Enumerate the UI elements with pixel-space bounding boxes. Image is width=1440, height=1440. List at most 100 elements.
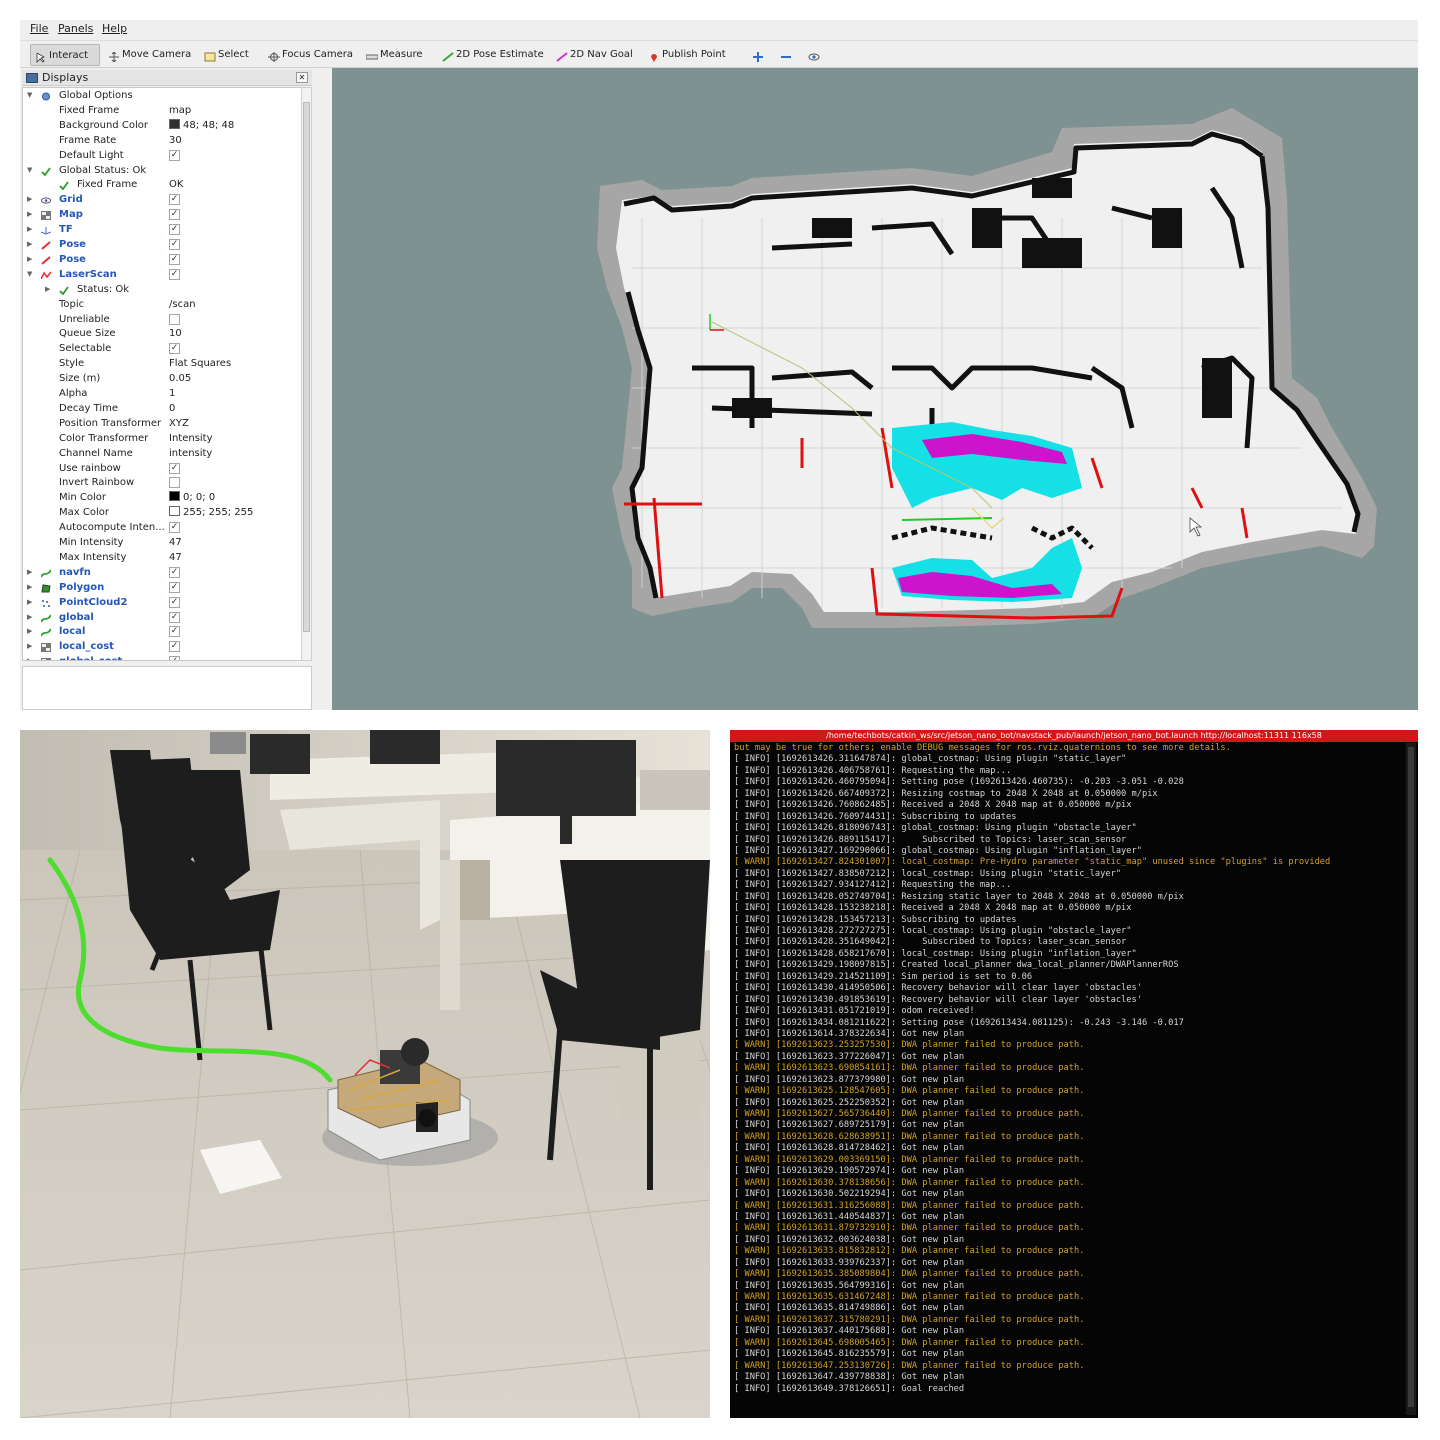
display-checkbox[interactable]: ✓ [169, 194, 180, 206]
display-row-value[interactable]: OK [169, 177, 183, 192]
display-row[interactable]: ▶ Pose ✓ [23, 252, 301, 267]
display-row[interactable]: Min Intensity 47 [23, 535, 301, 550]
color-swatch[interactable] [169, 491, 180, 502]
color-swatch[interactable] [169, 506, 180, 517]
display-row[interactable]: ▶ local ✓ [23, 624, 301, 639]
menu-panels[interactable]: Panels [58, 22, 93, 35]
chevron-right-icon[interactable]: ▶ [27, 654, 32, 660]
display-row[interactable]: Size (m) 0.05 [23, 371, 301, 386]
remove-tool-button[interactable] [776, 44, 798, 66]
display-row[interactable]: Default Light ✓ [23, 148, 301, 163]
display-row[interactable]: Use rainbow ✓ [23, 461, 301, 476]
chevron-down-icon[interactable]: ▼ [27, 267, 32, 282]
displays-tree[interactable]: ▼ Global Options Fixed Frame map Background … [22, 87, 302, 661]
display-row-value[interactable]: intensity [169, 446, 212, 461]
display-row[interactable]: ▶ Pose ✓ [23, 237, 301, 252]
display-row-value[interactable]: 47 [169, 550, 182, 565]
display-row[interactable]: Max Color 255; 255; 255 [23, 505, 301, 520]
tool-interact[interactable]: Interact [30, 44, 100, 66]
display-row-value[interactable]: 0 [169, 401, 175, 416]
display-row[interactable]: Unreliable [23, 312, 301, 327]
chevron-down-icon[interactable]: ▼ [27, 88, 32, 103]
tool-select[interactable]: Select [200, 44, 253, 66]
chevron-right-icon[interactable]: ▶ [27, 580, 32, 595]
displays-scrollbar[interactable] [301, 87, 312, 661]
display-row[interactable]: ▶ TF ✓ [23, 222, 301, 237]
display-checkbox[interactable]: ✓ [169, 239, 180, 250]
display-row[interactable]: Topic/scan [23, 297, 301, 312]
display-row[interactable]: Invert Rainbow [23, 475, 301, 490]
display-row[interactable]: Fixed Frame map [23, 103, 301, 118]
display-checkbox[interactable]: ✓ [169, 149, 180, 161]
chevron-right-icon[interactable]: ▶ [27, 624, 32, 639]
display-row[interactable]: ▶ navfn ✓ [23, 565, 301, 580]
display-row[interactable]: Max Intensity 47 [23, 550, 301, 565]
display-checkbox[interactable] [169, 477, 180, 489]
chevron-right-icon[interactable]: ▶ [27, 222, 32, 237]
display-row[interactable]: Decay Time 0 [23, 401, 301, 416]
display-row-value[interactable]: 0.05 [169, 371, 191, 386]
display-row[interactable]: Style Flat Squares [23, 356, 301, 371]
add-tool-button[interactable] [748, 44, 770, 66]
display-row[interactable]: ▶ Map ✓ [23, 207, 301, 222]
display-row[interactable]: Selectable ✓ [23, 341, 301, 356]
display-row[interactable]: ▼ Global Status: Ok [23, 163, 301, 178]
display-checkbox[interactable]: ✓ [169, 626, 180, 638]
display-row[interactable]: Color Transformer Intensity [23, 431, 301, 446]
chevron-right-icon[interactable]: ▶ [27, 565, 32, 580]
terminal-scrollbar-thumb[interactable] [1408, 747, 1414, 1407]
display-row[interactable]: ▶ PointCloud2 ✓ [23, 595, 301, 610]
menu-file[interactable]: File [30, 22, 48, 35]
display-checkbox[interactable]: ✓ [169, 596, 180, 608]
display-row[interactable]: Min Color 0; 0; 0 [23, 490, 301, 505]
chevron-right-icon[interactable]: ▶ [27, 610, 32, 625]
tool-properties-button[interactable] [804, 44, 826, 66]
tool-focus-camera[interactable]: Focus Camera [264, 44, 357, 66]
display-checkbox[interactable]: ✓ [169, 253, 180, 265]
display-row[interactable]: Frame Rate 30 [23, 133, 301, 148]
display-row-value[interactable]: 47 [169, 535, 182, 550]
display-checkbox[interactable]: ✓ [169, 611, 180, 623]
display-row-value[interactable]: Intensity [169, 431, 213, 446]
chevron-right-icon[interactable]: ▶ [27, 252, 32, 267]
tool-publish-point[interactable]: Publish Point [644, 44, 730, 66]
tool-2d-pose-estimate[interactable]: 2D Pose Estimate [438, 44, 548, 66]
chevron-right-icon[interactable]: ▶ [27, 207, 32, 222]
display-row-value[interactable]: XYZ [169, 416, 189, 431]
display-row-value[interactable]: 30 [169, 133, 182, 148]
display-row[interactable]: ▶ Status: Ok [23, 282, 301, 297]
display-row[interactable]: ▶ local_cost ✓ [23, 639, 301, 654]
display-row[interactable]: Queue Size 10 [23, 326, 301, 341]
tool-measure[interactable]: Measure [362, 44, 427, 66]
terminal-scrollbar[interactable] [1406, 743, 1416, 1415]
display-row[interactable]: Fixed Frame OK [23, 177, 301, 192]
display-row-value[interactable]: 1 [169, 386, 175, 401]
display-checkbox[interactable]: ✓ [169, 209, 180, 221]
menu-help[interactable]: Help [102, 22, 127, 35]
display-row-value[interactable]: 48; 48; 48 [169, 118, 234, 133]
display-row-value[interactable]: Flat Squares [169, 356, 231, 371]
display-row[interactable]: Alpha 1 [23, 386, 301, 401]
display-checkbox[interactable]: ✓ [169, 581, 180, 593]
chevron-right-icon[interactable]: ▶ [27, 639, 32, 654]
display-row[interactable]: ▶ global_cost ✓ [23, 654, 301, 660]
tool-2d-nav-goal[interactable]: 2D Nav Goal [552, 44, 637, 66]
display-checkbox[interactable]: ✓ [169, 462, 180, 474]
display-checkbox[interactable]: ✓ [169, 268, 180, 280]
display-row-value[interactable]: /scan [169, 297, 196, 312]
display-checkbox[interactable]: ✓ [169, 343, 180, 355]
display-row-value[interactable]: 10 [169, 326, 182, 341]
display-row[interactable]: ▼ LaserScan ✓ [23, 267, 301, 282]
display-row-value[interactable]: 0; 0; 0 [169, 490, 215, 505]
display-row-value[interactable]: map [169, 103, 191, 118]
chevron-right-icon[interactable]: ▶ [27, 192, 32, 207]
3d-viewport[interactable] [332, 68, 1418, 710]
display-row[interactable]: Position Transformer XYZ [23, 416, 301, 431]
chevron-down-icon[interactable]: ▼ [27, 163, 32, 178]
close-panel-button[interactable]: ✕ [296, 72, 308, 83]
display-row[interactable]: ▶ Grid ✓ [23, 192, 301, 207]
scrollbar-thumb[interactable] [303, 102, 310, 632]
chevron-right-icon[interactable]: ▶ [45, 282, 50, 297]
display-checkbox[interactable] [169, 313, 180, 325]
display-checkbox[interactable]: ✓ [169, 224, 180, 236]
